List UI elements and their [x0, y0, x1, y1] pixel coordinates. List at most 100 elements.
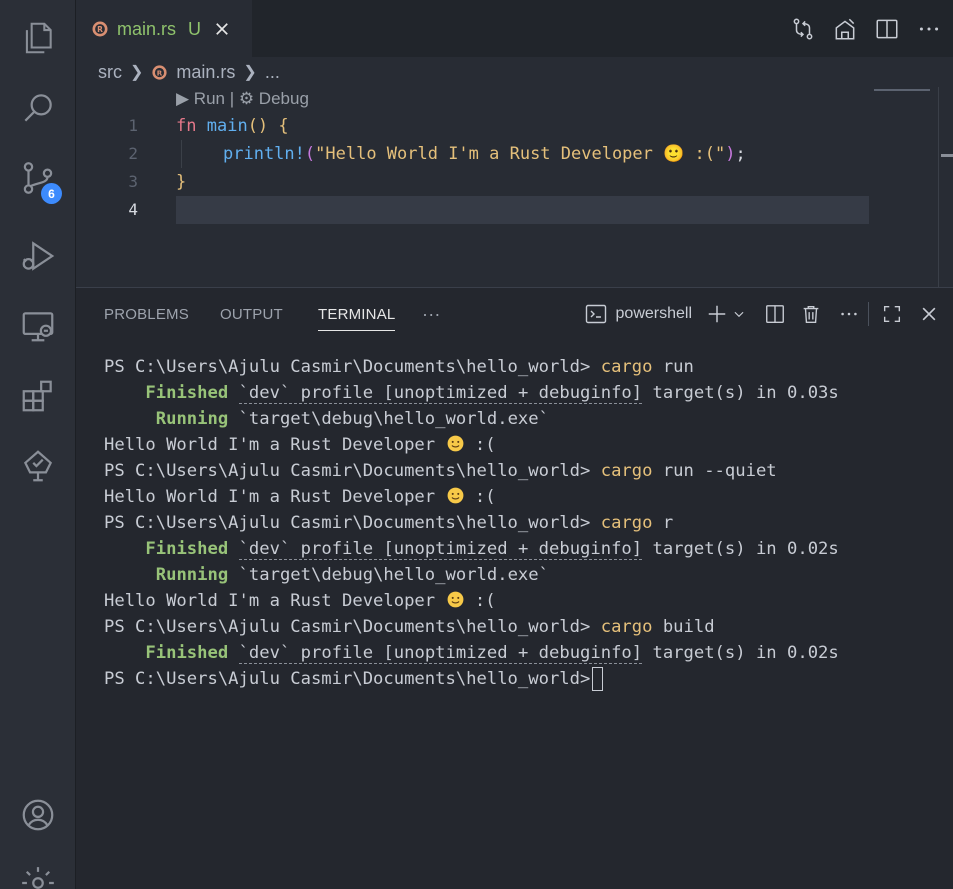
- program-output-tail: :(: [464, 435, 496, 455]
- slightly-smiling-face-emoji: [447, 487, 463, 504]
- more-icon[interactable]: [838, 296, 860, 332]
- close-panel-icon[interactable]: [919, 296, 939, 332]
- editor-tab-bar: R main.rs U: [76, 0, 953, 57]
- finished-profile: `dev` profile [unoptimized + debuginfo]: [238, 643, 643, 664]
- terminal-prompt: PS C:\Users\Ajulu Casmir\Documents\hello…: [104, 669, 591, 689]
- program-output: Hello World I'm a Rust Developer: [104, 487, 436, 507]
- breadcrumb-file[interactable]: main.rs: [176, 62, 235, 83]
- finished-label: Finished: [145, 383, 229, 403]
- chevron-right-icon: ❯: [130, 64, 144, 81]
- search-icon[interactable]: [0, 80, 76, 136]
- code-line-current: 4: [76, 196, 953, 224]
- rust-file-icon: R: [92, 21, 108, 37]
- breadcrumb-more[interactable]: ...: [265, 62, 280, 83]
- close-icon[interactable]: [213, 20, 231, 38]
- source-control-badge: 6: [41, 183, 62, 204]
- remote-explorer-icon[interactable]: [0, 298, 76, 354]
- terminal-prompt: PS C:\Users\Ajulu Casmir\Documents\hello…: [104, 513, 591, 533]
- running-label: Running: [155, 409, 229, 429]
- string-literal: "Hello World I'm a Rust Developer 🙂 :(": [315, 144, 726, 164]
- line-number: 1: [128, 116, 138, 135]
- finished-profile: `dev` profile [unoptimized + debuginfo]: [238, 539, 643, 560]
- panel-more-tabs[interactable]: ···: [422, 288, 441, 340]
- activity-bar: 6: [0, 0, 76, 889]
- run-debug-codelens[interactable]: ▶ Run | ⚙ Debug: [176, 89, 309, 109]
- code-punctuation: ;: [735, 144, 746, 164]
- finished-time: target(s) in 0.03s: [642, 383, 839, 403]
- run-debug-icon[interactable]: [0, 228, 76, 284]
- plus-icon: [708, 305, 726, 323]
- accounts-icon[interactable]: [0, 787, 76, 843]
- code-punctuation: }: [176, 172, 187, 192]
- terminal-command: cargo: [600, 357, 653, 377]
- tab-terminal[interactable]: TERMINAL: [318, 288, 396, 340]
- running-label: Running: [155, 565, 229, 585]
- more-actions-icon[interactable]: [911, 11, 947, 47]
- extensions-icon[interactable]: [0, 368, 76, 424]
- minimap[interactable]: [874, 89, 930, 91]
- program-output: Hello World I'm a Rust Developer: [104, 435, 436, 455]
- terminal-command: cargo: [600, 461, 653, 481]
- rust-file-icon: R: [152, 64, 167, 80]
- line-number: 2: [128, 144, 138, 163]
- new-terminal-button[interactable]: [706, 296, 746, 332]
- program-output-tail: :(: [464, 487, 496, 507]
- code-line: 1 fn main() {: [76, 112, 953, 140]
- breadcrumb: src ❯ R main.rs ❯ ...: [76, 57, 953, 87]
- bottom-panel: PROBLEMS OUTPUT TERMINAL ··· powershell: [76, 287, 953, 889]
- finished-time: target(s) in 0.02s: [642, 539, 839, 559]
- keyword-fn: fn: [176, 116, 197, 136]
- terminal-command: cargo: [600, 617, 653, 637]
- line-number: 3: [128, 172, 138, 191]
- line-number: 4: [128, 200, 138, 219]
- split-editor-icon[interactable]: [869, 11, 905, 47]
- svg-text:R: R: [157, 68, 163, 77]
- tab-untracked-status: U: [188, 18, 202, 39]
- tab-output[interactable]: OUTPUT: [220, 288, 283, 340]
- terminal-shell-selector[interactable]: powershell: [584, 296, 692, 332]
- split-terminal-icon[interactable]: [764, 296, 786, 332]
- testing-icon[interactable]: [0, 438, 76, 494]
- running-path: `target\debug\hello_world.exe`: [238, 565, 549, 585]
- code-line: 2 println!("Hello World I'm a Rust Devel…: [76, 140, 953, 168]
- chevron-down-icon: [734, 311, 744, 318]
- code-line: 3 }: [76, 168, 953, 196]
- tab-problems[interactable]: PROBLEMS: [104, 288, 189, 340]
- tab-main-rs[interactable]: R main.rs U: [76, 0, 252, 57]
- finished-profile: `dev` profile [unoptimized + debuginfo]: [238, 383, 643, 404]
- terminal-prompt: PS C:\Users\Ajulu Casmir\Documents\hello…: [104, 617, 591, 637]
- slightly-smiling-face-emoji: [447, 591, 463, 608]
- macro-println: println!: [223, 144, 305, 164]
- terminal-output[interactable]: PS C:\Users\Ajulu Casmir\Documents\hello…: [104, 354, 839, 692]
- toolbar-divider: [868, 302, 869, 326]
- terminal-cursor: [592, 667, 604, 691]
- manage-gear-icon[interactable]: [0, 855, 76, 889]
- terminal-command-args: build: [652, 617, 715, 637]
- code-editor[interactable]: ▶ Run | ⚙ Debug 1 fn main() { 2 println!…: [76, 87, 953, 287]
- tab-filename: main.rs: [117, 18, 177, 39]
- open-preview-icon[interactable]: [827, 11, 863, 47]
- shell-name: powershell: [615, 305, 692, 322]
- terminal-icon: [585, 304, 606, 324]
- terminal-command-args: r: [652, 513, 674, 533]
- open-changes-icon[interactable]: [785, 11, 821, 47]
- terminal-prompt: PS C:\Users\Ajulu Casmir\Documents\hello…: [104, 461, 591, 481]
- finished-label: Finished: [145, 643, 229, 663]
- chevron-right-icon: ❯: [243, 64, 257, 81]
- maximize-panel-icon[interactable]: [881, 296, 903, 332]
- trash-icon[interactable]: [800, 296, 822, 332]
- source-control-icon[interactable]: [0, 150, 76, 206]
- code-punctuation: () {: [247, 116, 289, 136]
- running-path: `target\debug\hello_world.exe`: [238, 409, 549, 429]
- program-output-tail: :(: [464, 591, 496, 611]
- explorer-icon[interactable]: [0, 10, 76, 66]
- terminal-prompt: PS C:\Users\Ajulu Casmir\Documents\hello…: [104, 357, 591, 377]
- terminal-command: cargo: [600, 513, 653, 533]
- breadcrumb-folder[interactable]: src: [98, 62, 122, 83]
- program-output: Hello World I'm a Rust Developer: [104, 591, 436, 611]
- slightly-smiling-face-emoji: [447, 435, 463, 452]
- finished-time: target(s) in 0.02s: [642, 643, 839, 663]
- svg-text:R: R: [97, 25, 103, 34]
- current-line-highlight: [176, 196, 869, 224]
- terminal-command-args: run: [652, 357, 694, 377]
